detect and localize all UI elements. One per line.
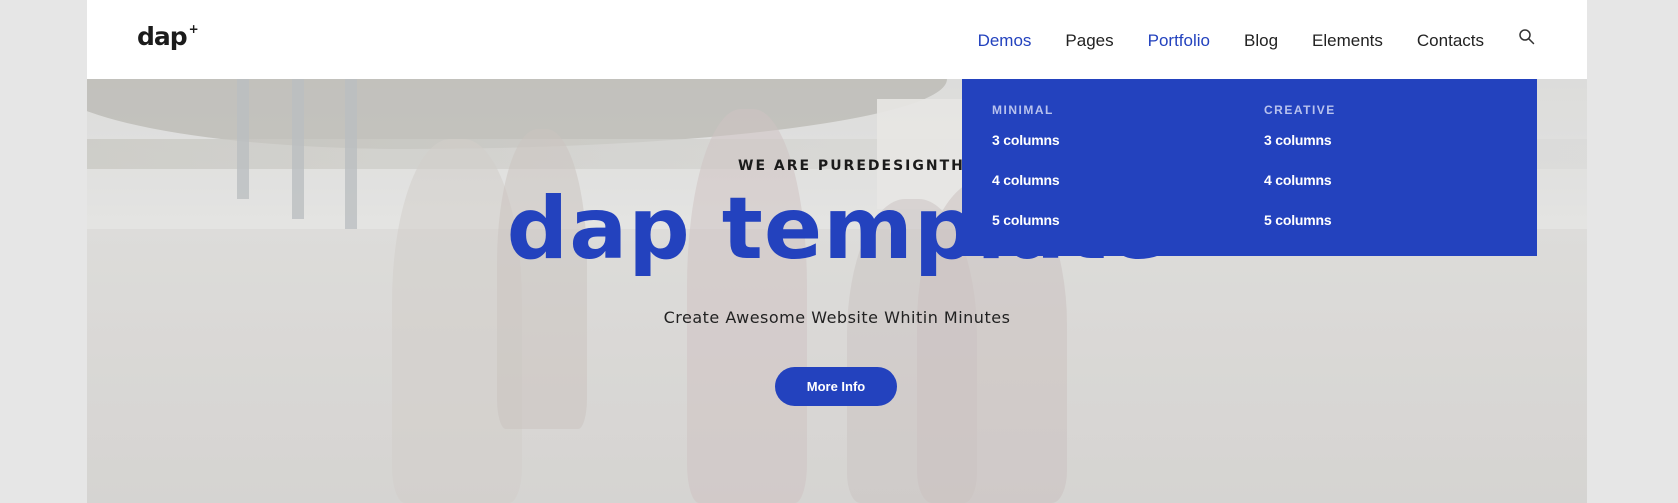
header: dap + Demos Pages Portfolio Blog Elements… [87, 0, 1587, 79]
dropdown-link-minimal-3-columns[interactable]: 3 columns [992, 132, 1060, 172]
main-nav: Demos Pages Portfolio Blog Elements Cont… [944, 0, 1536, 79]
logo-mark: + [188, 21, 199, 36]
nav-item-contacts[interactable]: Contacts [1417, 29, 1484, 51]
nav-item-blog[interactable]: Blog [1244, 29, 1278, 51]
logo-text: dap [137, 22, 188, 51]
page: WE ARE PUREDESIGNTHEMES dap template Cre… [87, 0, 1587, 503]
nav-item-demos[interactable]: Demos [978, 29, 1032, 51]
dropdown-link-creative-4-columns[interactable]: 4 columns [1264, 172, 1336, 212]
nav-item-pages[interactable]: Pages [1065, 29, 1113, 51]
dropdown-link-minimal-4-columns[interactable]: 4 columns [992, 172, 1060, 212]
dropdown-heading: MINIMAL [992, 103, 1054, 117]
dropdown-heading: CREATIVE [1264, 103, 1336, 117]
search-icon[interactable] [1518, 28, 1536, 46]
dropdown-link-minimal-5-columns[interactable]: 5 columns [992, 212, 1060, 252]
dropdown-column-minimal: MINIMAL 3 columns 4 columns 5 columns [992, 103, 1060, 252]
dropdown-column-creative: CREATIVE 3 columns 4 columns 5 columns [1264, 103, 1336, 252]
nav-item-portfolio[interactable]: Portfolio [1148, 29, 1210, 51]
dropdown-link-creative-5-columns[interactable]: 5 columns [1264, 212, 1336, 252]
portfolio-dropdown-menu: MINIMAL 3 columns 4 columns 5 columns CR… [962, 79, 1537, 256]
logo[interactable]: dap + [137, 21, 199, 51]
more-info-button[interactable]: More Info [775, 367, 897, 406]
dropdown-link-creative-3-columns[interactable]: 3 columns [1264, 132, 1336, 172]
hero-tagline: Create Awesome Website Whitin Minutes [663, 308, 1011, 327]
nav-item-elements[interactable]: Elements [1312, 29, 1383, 51]
